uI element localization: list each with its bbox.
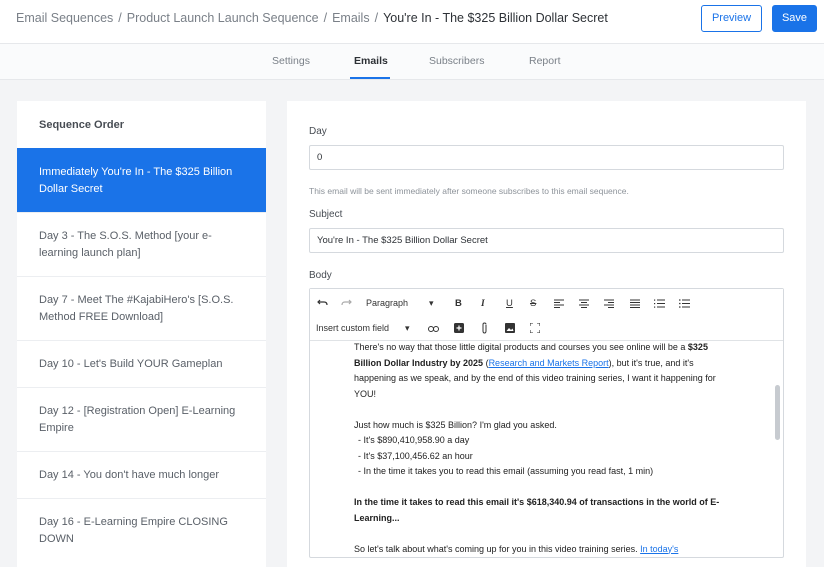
image-icon[interactable] — [505, 323, 515, 333]
bulleted-list-icon[interactable] — [679, 299, 690, 308]
breadcrumb-emails[interactable]: Emails — [332, 11, 370, 25]
sequence-item-label: Day 14 - You don't have much longer — [39, 468, 220, 481]
body-paragraph: So let's talk about what's coming up for… — [354, 542, 734, 558]
subject-label: Subject — [309, 209, 343, 220]
body-text: So let's talk about what's coming up for… — [354, 543, 638, 554]
preview-button[interactable]: Preview — [701, 5, 762, 32]
attachment-icon[interactable] — [481, 322, 488, 334]
body-text: There's no way that those little digital… — [354, 342, 686, 352]
block-format-value: Paragraph — [366, 298, 409, 308]
sequence-order-panel: Sequence Order Immediately You're In - T… — [17, 101, 266, 567]
tab-report[interactable]: Report — [529, 55, 561, 67]
editor-scrollbar[interactable] — [775, 385, 780, 440]
align-right-icon[interactable] — [604, 299, 614, 308]
sequence-item[interactable]: Day 12 - [Registration Open] E-Learning … — [17, 387, 266, 451]
italic-button[interactable]: I — [481, 298, 485, 310]
tab-settings[interactable]: Settings — [272, 55, 310, 67]
save-button[interactable]: Save — [772, 5, 817, 32]
top-bar: Email Sequences / Product Launch Launch Se… — [0, 0, 824, 44]
breadcrumb-current: You're In - The $325 Billion Dollar Secr… — [383, 11, 608, 25]
day-label: Day — [309, 126, 327, 137]
insert-custom-field-select[interactable]: Insert custom field — [316, 323, 389, 333]
chevron-down-icon: ▾ — [429, 298, 434, 308]
breadcrumb-separator: / — [118, 11, 122, 25]
sequence-item[interactable]: Day 3 - The S.O.S. Method [your e-learni… — [17, 212, 266, 276]
body-editor[interactable]: Paragraph ▾ B I U S Insert custom field … — [309, 288, 784, 558]
breadcrumb-email-sequences[interactable]: Email Sequences — [16, 11, 113, 25]
research-report-link[interactable]: Research and Markets Report — [489, 358, 609, 368]
align-center-icon[interactable] — [579, 299, 589, 308]
breadcrumb: Email Sequences / Product Launch Launch Se… — [16, 11, 608, 25]
active-tab-indicator — [350, 77, 390, 79]
email-editor-panel: Day 0 This email will be sent immediatel… — [287, 101, 806, 567]
link-icon[interactable] — [428, 325, 439, 333]
editor-toolbar: Paragraph ▾ B I U S Insert custom field … — [310, 289, 783, 341]
sequence-item[interactable]: Day 7 - Meet The #KajabiHero's [S.O.S. M… — [17, 276, 266, 340]
list-item: - In the time it takes you to read this … — [358, 466, 654, 476]
sequence-item[interactable]: Day 16 - E-Learning Empire CLOSING DOWN — [17, 498, 266, 562]
block-format-select[interactable]: Paragraph — [366, 298, 408, 308]
align-left-icon[interactable] — [554, 299, 564, 308]
tab-emails[interactable]: Emails — [354, 55, 388, 67]
add-block-icon[interactable] — [454, 323, 464, 333]
insert-custom-field-label: Insert custom field — [316, 323, 390, 333]
body-paragraph: Just how much is $325 Billion? I'm glad … — [354, 419, 557, 430]
redo-icon[interactable] — [341, 298, 352, 308]
sequence-item-label: Day 7 - Meet The #KajabiHero's [S.O.S. M… — [39, 293, 234, 323]
sequence-item-label: Day 12 - [Registration Open] E-Learning … — [39, 404, 236, 434]
subject-input[interactable]: You're In - The $325 Billion Dollar Secr… — [309, 228, 784, 253]
sequence-item[interactable]: Day 14 - You don't have much longer — [17, 451, 266, 498]
align-justify-icon[interactable] — [630, 299, 640, 308]
strikethrough-button[interactable]: S — [530, 298, 536, 310]
breadcrumb-separator: / — [374, 11, 379, 25]
day-input[interactable]: 0 — [309, 145, 784, 170]
tab-bar: Settings Emails Subscribers Report — [0, 44, 824, 80]
sequence-list: Immediately You're In - The $325 Billion… — [17, 148, 266, 562]
email-body-content[interactable]: There's no way that those little digital… — [354, 340, 734, 558]
fullscreen-icon[interactable] — [530, 323, 540, 333]
list-item: - It's $890,410,958.90 a day — [358, 435, 470, 445]
sequence-item-label: Day 16 - E-Learning Empire CLOSING DOWN — [39, 515, 228, 545]
body-bold-paragraph: In the time it takes to read this email … — [354, 497, 720, 523]
body-label: Body — [309, 270, 332, 281]
chevron-down-icon: ▾ — [405, 323, 410, 333]
breadcrumb-separator: / — [323, 11, 328, 25]
sequence-item-label: Day 10 - Let's Build YOUR Gameplan — [39, 357, 223, 370]
tab-subscribers[interactable]: Subscribers — [429, 55, 484, 67]
numbered-list-icon[interactable] — [654, 299, 665, 308]
list-item: - It's $37,100,456.62 an hour — [358, 450, 473, 461]
breadcrumb-sequence[interactable]: Product Launch Launch Sequence — [127, 11, 319, 25]
bold-button[interactable]: B — [455, 298, 462, 310]
sequence-item[interactable]: Immediately You're In - The $325 Billion… — [17, 148, 266, 212]
undo-icon[interactable] — [317, 298, 328, 308]
sequence-order-title: Sequence Order — [39, 119, 124, 131]
underline-button[interactable]: U — [506, 298, 513, 310]
day-hint: This email will be sent immediately afte… — [309, 186, 629, 196]
sequence-item-label: Day 3 - The S.O.S. Method [your e-learni… — [39, 229, 212, 259]
sequence-item-label: Immediately You're In - The $325 Billion… — [39, 165, 233, 195]
todays-link[interactable]: In today's — [640, 544, 678, 554]
body-paragraph: There's no way that those little digital… — [354, 340, 734, 402]
sequence-item[interactable]: Day 10 - Let's Build YOUR Gameplan — [17, 340, 266, 387]
